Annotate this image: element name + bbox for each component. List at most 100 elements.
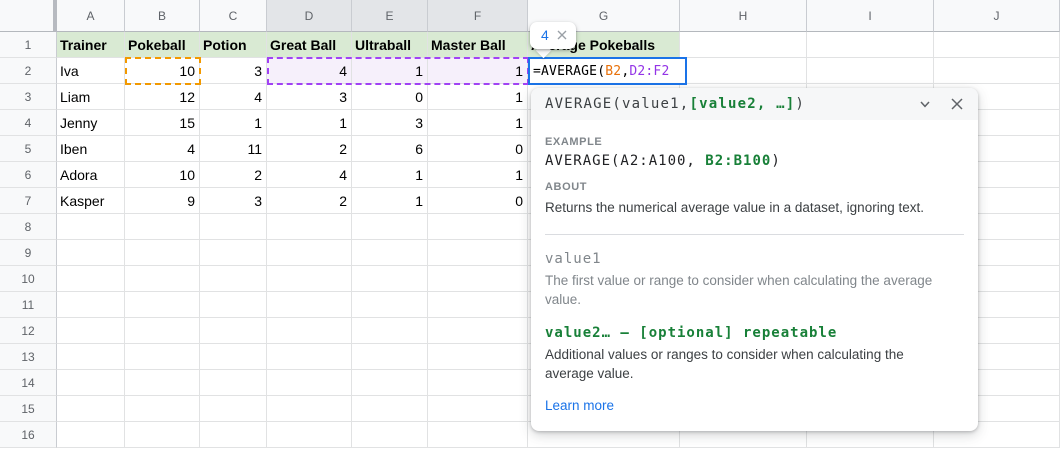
cell-J1[interactable] [934,32,1060,58]
column-header-A[interactable]: A [57,0,125,32]
cell-F12[interactable] [428,318,528,344]
row-header-3[interactable]: 3 [0,84,57,110]
cell-A10[interactable] [57,266,125,292]
cell-C3[interactable]: 4 [200,84,267,110]
cell-B4[interactable]: 15 [125,110,200,136]
cell-B8[interactable] [125,214,200,240]
cell-B6[interactable]: 10 [125,162,200,188]
close-icon[interactable] [950,97,964,111]
chevron-down-icon[interactable] [918,97,932,111]
cell-C14[interactable] [200,370,267,396]
cell-A8[interactable] [57,214,125,240]
cell-B11[interactable] [125,292,200,318]
cell-D15[interactable] [267,396,352,422]
cell-A3[interactable]: Liam [57,84,125,110]
column-header-D[interactable]: D [267,0,352,32]
select-all-corner[interactable] [0,0,57,32]
row-header-9[interactable]: 9 [0,240,57,266]
cell-C15[interactable] [200,396,267,422]
row-header-13[interactable]: 13 [0,344,57,370]
row-header-15[interactable]: 15 [0,396,57,422]
cell-C1[interactable]: Potion [200,32,267,58]
cell-B5[interactable]: 4 [125,136,200,162]
cell-F10[interactable] [428,266,528,292]
cell-J2[interactable] [934,58,1060,84]
cell-H1[interactable] [680,32,807,58]
cell-A1[interactable]: Trainer [57,32,125,58]
cell-E15[interactable] [352,396,428,422]
column-header-C[interactable]: C [200,0,267,32]
close-icon[interactable] [557,30,567,40]
cell-D8[interactable] [267,214,352,240]
cell-E2[interactable]: 1 [352,58,428,84]
formula-editor-cell[interactable]: =AVERAGE(B2, D2:F2 [528,57,687,85]
cell-F2[interactable]: 1 [428,58,528,84]
cell-C4[interactable]: 1 [200,110,267,136]
cell-A9[interactable] [57,240,125,266]
cell-B9[interactable] [125,240,200,266]
cell-D5[interactable]: 2 [267,136,352,162]
cell-F3[interactable]: 1 [428,84,528,110]
cell-E12[interactable] [352,318,428,344]
cell-E10[interactable] [352,266,428,292]
cell-D13[interactable] [267,344,352,370]
cell-C16[interactable] [200,422,267,448]
cell-E16[interactable] [352,422,428,448]
learn-more-link[interactable]: Learn more [545,398,614,413]
cell-C12[interactable] [200,318,267,344]
cell-A13[interactable] [57,344,125,370]
row-header-2[interactable]: 2 [0,58,57,84]
cell-F9[interactable] [428,240,528,266]
cell-B15[interactable] [125,396,200,422]
cell-E8[interactable] [352,214,428,240]
cell-D3[interactable]: 3 [267,84,352,110]
cell-B3[interactable]: 12 [125,84,200,110]
cell-F4[interactable]: 1 [428,110,528,136]
column-header-I[interactable]: I [807,0,934,32]
row-header-14[interactable]: 14 [0,370,57,396]
cell-C9[interactable] [200,240,267,266]
cell-F8[interactable] [428,214,528,240]
cell-H2[interactable] [680,58,807,84]
cell-C11[interactable] [200,292,267,318]
cell-E5[interactable]: 6 [352,136,428,162]
cell-B13[interactable] [125,344,200,370]
column-header-B[interactable]: B [125,0,200,32]
cell-D10[interactable] [267,266,352,292]
cell-A2[interactable]: Iva [57,58,125,84]
row-header-16[interactable]: 16 [0,422,57,448]
row-header-10[interactable]: 10 [0,266,57,292]
row-header-5[interactable]: 5 [0,136,57,162]
cell-E1[interactable]: Ultraball [352,32,428,58]
cell-A7[interactable]: Kasper [57,188,125,214]
cell-F15[interactable] [428,396,528,422]
cell-C13[interactable] [200,344,267,370]
cell-C7[interactable]: 3 [200,188,267,214]
cell-C2[interactable]: 3 [200,58,267,84]
cell-D11[interactable] [267,292,352,318]
cell-A14[interactable] [57,370,125,396]
column-header-E[interactable]: E [352,0,428,32]
cell-E11[interactable] [352,292,428,318]
cell-A16[interactable] [57,422,125,448]
cell-B16[interactable] [125,422,200,448]
cell-D1[interactable]: Great Ball [267,32,352,58]
row-header-1[interactable]: 1 [0,32,57,58]
cell-E13[interactable] [352,344,428,370]
cell-F6[interactable]: 1 [428,162,528,188]
cell-A4[interactable]: Jenny [57,110,125,136]
cell-B12[interactable] [125,318,200,344]
cell-C10[interactable] [200,266,267,292]
cell-A5[interactable]: Iben [57,136,125,162]
cell-A6[interactable]: Adora [57,162,125,188]
cell-E3[interactable]: 0 [352,84,428,110]
row-header-11[interactable]: 11 [0,292,57,318]
cell-A15[interactable] [57,396,125,422]
cell-B14[interactable] [125,370,200,396]
column-header-H[interactable]: H [680,0,807,32]
cell-D6[interactable]: 4 [267,162,352,188]
cell-D14[interactable] [267,370,352,396]
cell-E7[interactable]: 1 [352,188,428,214]
cell-F14[interactable] [428,370,528,396]
cell-F13[interactable] [428,344,528,370]
